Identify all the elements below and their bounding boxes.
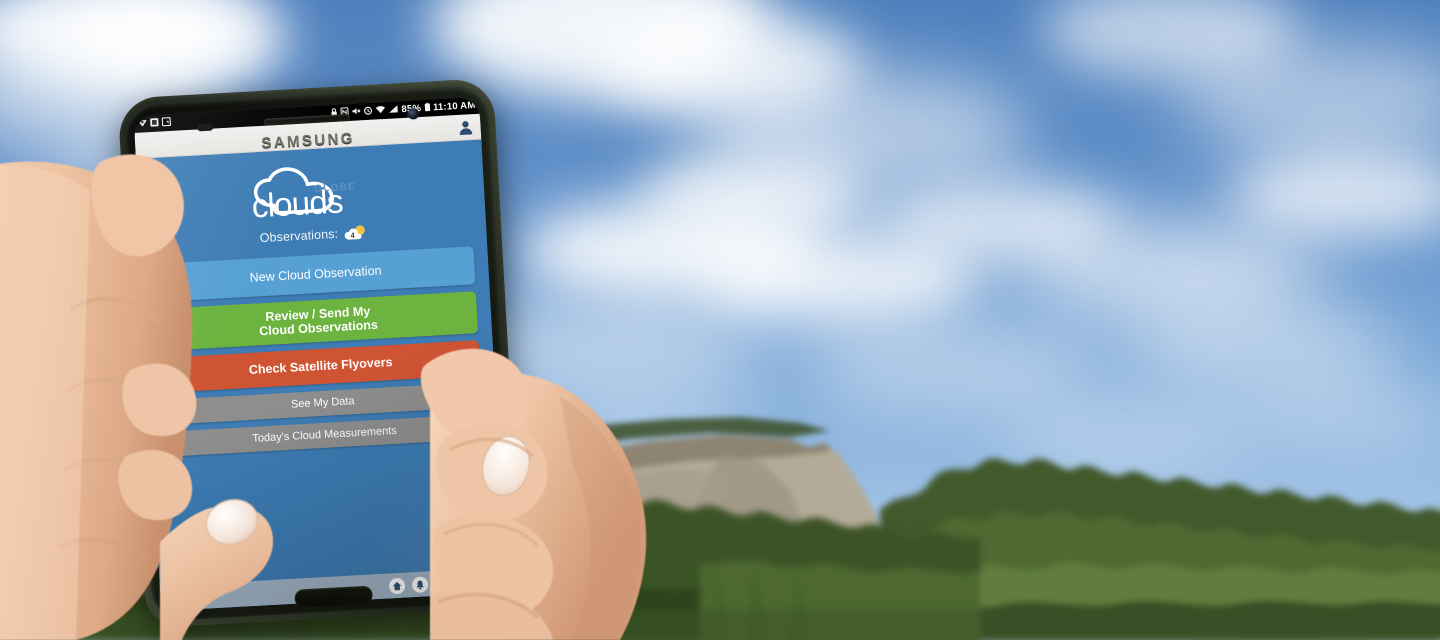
observations-count-text: 4 (350, 231, 355, 240)
wifi-icon (375, 105, 386, 117)
app-notification-icon (161, 117, 172, 128)
status-time: 11:10 AM (432, 99, 476, 114)
alarm-icon (363, 106, 373, 117)
screenshot-icon (150, 118, 160, 129)
battery-icon (424, 102, 431, 113)
cloud-shape (1120, 300, 1400, 390)
wifi-triangle-icon (137, 118, 148, 129)
mute-icon (351, 106, 361, 117)
observations-badge: 4 (343, 224, 368, 241)
signal-icon (388, 104, 399, 116)
right-hand (420, 348, 647, 640)
proximity-sensor (197, 123, 214, 132)
